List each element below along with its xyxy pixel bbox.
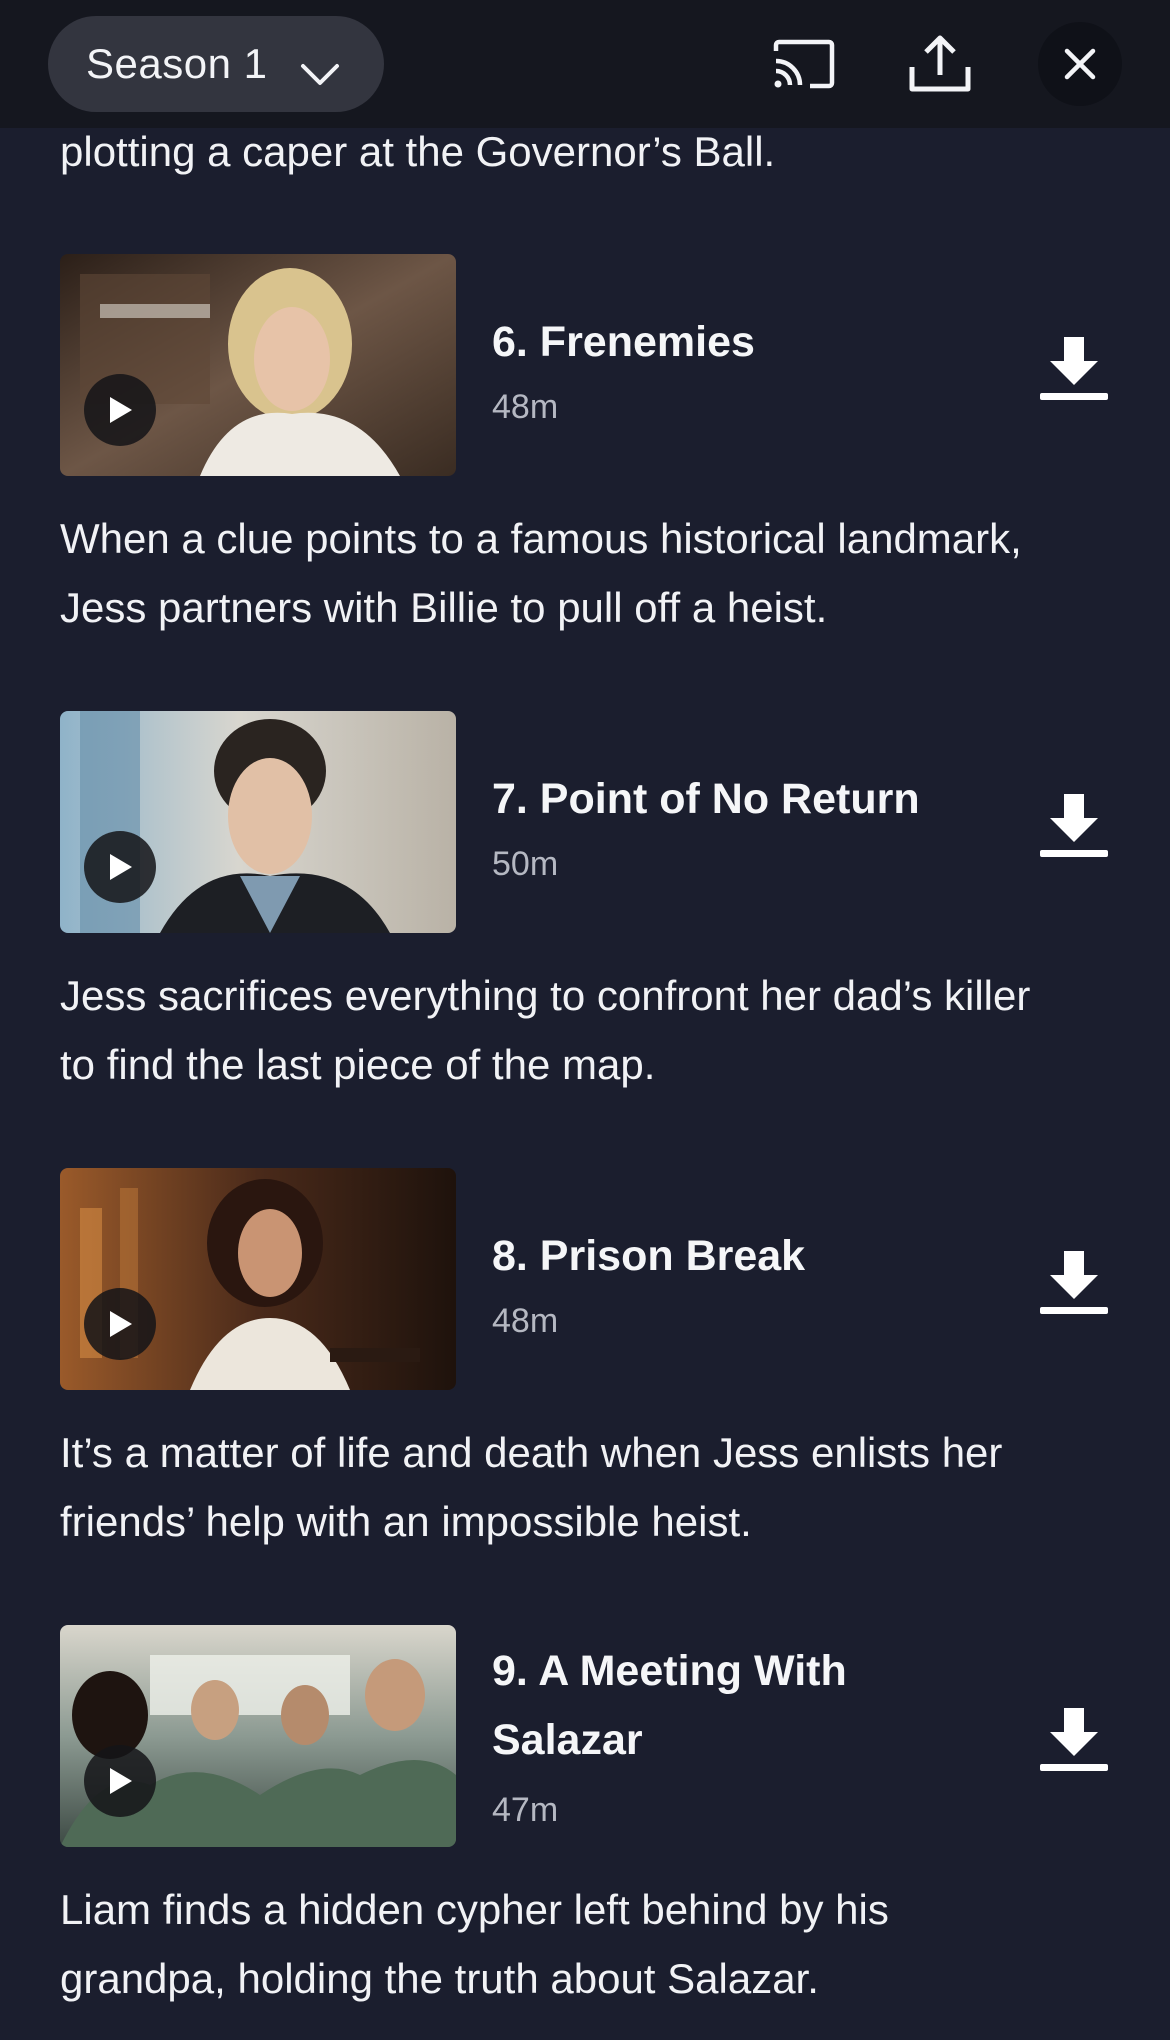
episode-title: 8. Prison Break <box>492 1232 806 1280</box>
close-icon <box>1064 48 1096 80</box>
episode-duration: 50m <box>492 845 559 883</box>
season-selector[interactable]: Season 1 <box>48 16 384 112</box>
download-icon <box>1040 1708 1108 1771</box>
episode-duration: 47m <box>492 1791 559 1829</box>
download-button[interactable] <box>1032 785 1116 869</box>
episode-duration: 48m <box>492 1302 559 1340</box>
episode-title-line: 9. A Meeting With <box>492 1647 847 1695</box>
episode-thumbnail[interactable] <box>60 1168 456 1390</box>
episode-thumbnail[interactable] <box>60 711 456 933</box>
play-button[interactable] <box>84 1745 156 1817</box>
description-line: grandpa, holding the truth about Salazar… <box>60 1955 819 2002</box>
description-line: to find the last piece of the map. <box>60 1041 656 1088</box>
share-icon[interactable] <box>904 28 976 100</box>
play-button[interactable] <box>84 831 156 903</box>
previous-episode-description: plotting a caper at the Governor’s Ball. <box>60 128 776 175</box>
episode-title: 6. Frenemies <box>492 318 755 366</box>
description-line: Liam finds a hidden cypher left behind b… <box>60 1886 889 1933</box>
download-icon <box>1040 337 1108 400</box>
close-button[interactable] <box>1038 22 1122 106</box>
episode-description: Jess sacrifices everything to confront h… <box>60 961 1120 1099</box>
season-label: Season 1 <box>86 40 268 87</box>
top-bar: Season 1 <box>0 0 1170 128</box>
episode-thumbnail[interactable] <box>60 254 456 476</box>
episode-title: 9. A Meeting With Salazar <box>492 1637 992 1775</box>
download-button[interactable] <box>1032 328 1116 412</box>
description-line: Jess sacrifices everything to confront h… <box>60 972 1031 1019</box>
download-button[interactable] <box>1032 1699 1116 1783</box>
description-line: friends’ help with an impossible heist. <box>60 1498 752 1545</box>
play-button[interactable] <box>84 1288 156 1360</box>
play-icon <box>110 854 132 880</box>
episode-description: Liam finds a hidden cypher left behind b… <box>60 1875 1120 2013</box>
episode-description: It’s a matter of life and death when Jes… <box>60 1418 1120 1556</box>
episode-title: 7. Point of No Return <box>492 775 920 823</box>
play-icon <box>110 397 132 423</box>
episode-title-line: Salazar <box>492 1716 643 1764</box>
play-icon <box>110 1311 132 1337</box>
description-line: It’s a matter of life and death when Jes… <box>60 1429 1003 1476</box>
play-button[interactable] <box>84 374 156 446</box>
play-icon <box>110 1768 132 1794</box>
chevron-down-icon <box>300 50 340 98</box>
episode-description: When a clue points to a famous historica… <box>60 504 1120 642</box>
description-line: Jess partners with Billie to pull off a … <box>60 584 828 631</box>
description-line: When a clue points to a famous historica… <box>60 515 1022 562</box>
download-icon <box>1040 1251 1108 1314</box>
cast-icon[interactable] <box>768 28 840 100</box>
episode-thumbnail[interactable] <box>60 1625 456 1847</box>
download-icon <box>1040 794 1108 857</box>
episode-duration: 48m <box>492 388 559 426</box>
download-button[interactable] <box>1032 1242 1116 1326</box>
